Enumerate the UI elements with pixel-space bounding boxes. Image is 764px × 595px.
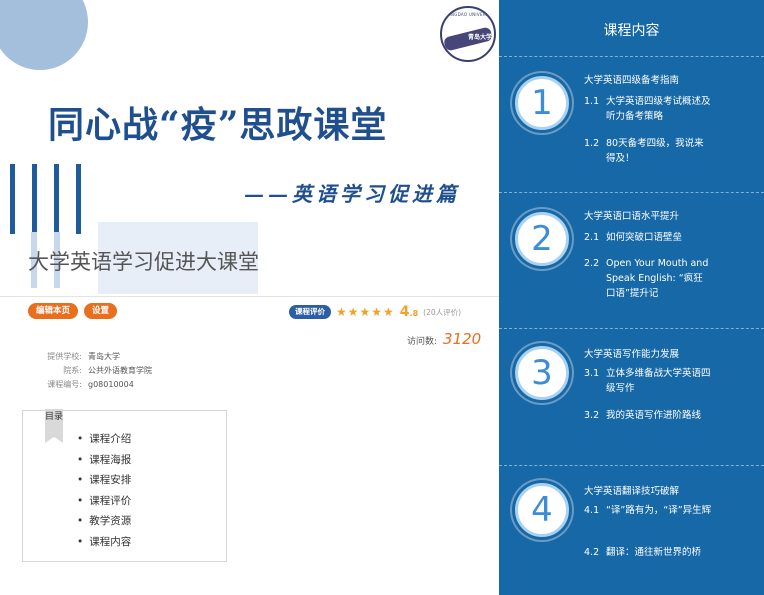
edit-page-button[interactable]: 编辑本页 xyxy=(28,303,79,319)
section-heading[interactable]: 大学英语四级备考指南 xyxy=(584,72,679,86)
section-number-badge: 3 xyxy=(515,346,569,400)
logo-seal-text: 青岛大学 xyxy=(468,34,493,41)
meta-value: 公共外语教育学院 xyxy=(88,366,152,375)
rating-score-int: 4 xyxy=(399,304,410,320)
lesson-title: “译”路有为，“译”异生辉 xyxy=(606,505,712,516)
toc-item[interactable]: 课程介绍 xyxy=(77,429,131,450)
star-rating-icon: ★★★★★ xyxy=(336,305,395,319)
panel-title: 课程内容 xyxy=(603,23,660,39)
university-logo: QINGDAO UNIVERSITY 青岛大学 xyxy=(440,6,496,62)
visit-counter: 访问数: 3120 xyxy=(407,330,481,348)
section-number-badge: 4 xyxy=(515,483,569,537)
content-section-1: 1 大学英语四级备考指南 1.1 大学英语四级考试概述及听力备考策略 1.2 8… xyxy=(499,56,764,192)
meta-value: g08010004 xyxy=(88,380,134,389)
lesson-title: 我的英语写作进阶路线 xyxy=(606,410,702,421)
course-banner: QINGDAO UNIVERSITY 青岛大学 同心战“疫”思政课堂 ——英语学… xyxy=(0,0,499,297)
content-section-4: 4 大学英语翻译技巧破解 4.1 “译”路有为，“译”异生辉 4.2 翻译：通往… xyxy=(499,465,764,595)
lesson-number: 1.1 xyxy=(584,96,600,107)
lesson-item[interactable]: 2.1 如何突破口语壁垒 xyxy=(584,230,712,245)
lesson-number: 1.2 xyxy=(584,138,600,149)
lesson-item[interactable]: 3.2 我的英语写作进阶路线 xyxy=(584,408,712,423)
section-number-badge: 1 xyxy=(515,76,569,130)
course-name: 大学英语学习促进大课堂 xyxy=(28,250,259,274)
decorative-bar xyxy=(32,164,37,234)
meta-value: 青岛大学 xyxy=(88,352,120,361)
toc-item[interactable]: 课程内容 xyxy=(77,532,131,553)
meta-key: 课程编号: xyxy=(47,380,82,389)
toc-item[interactable]: 教学资源 xyxy=(77,511,131,532)
meta-key: 提供学校: xyxy=(47,352,82,361)
rating-score-dec: .8 xyxy=(409,309,419,318)
visit-label: 访问数: xyxy=(407,337,438,347)
toc-item[interactable]: 课程评价 xyxy=(77,491,131,512)
section-heading[interactable]: 大学英语写作能力发展 xyxy=(584,346,679,360)
visit-count: 3120 xyxy=(443,330,482,348)
toc-item[interactable]: 课程安排 xyxy=(77,470,131,491)
meta-key: 院系: xyxy=(63,366,82,375)
lesson-item[interactable]: 4.1 “译”路有为，“译”异生辉 xyxy=(584,503,712,518)
section-number-badge: 2 xyxy=(515,212,569,266)
banner-subtitle: ——英语学习促进篇 xyxy=(244,182,460,206)
meta-row-dept: 院系: 公共外语教育学院 xyxy=(34,364,152,378)
section-heading[interactable]: 大学英语口语水平提升 xyxy=(584,208,679,222)
meta-row-school: 提供学校: 青岛大学 xyxy=(34,350,152,364)
decorative-bar xyxy=(76,164,81,234)
course-meta: 提供学校: 青岛大学 院系: 公共外语教育学院 课程编号: g08010004 xyxy=(34,350,152,392)
lesson-item[interactable]: 3.1 立体多维备战大学英语四级写作 xyxy=(584,366,712,396)
lesson-number: 3.1 xyxy=(584,368,600,379)
lesson-number: 2.2 xyxy=(584,258,600,269)
lesson-number: 2.1 xyxy=(584,232,600,243)
decorative-bar xyxy=(10,164,15,234)
lesson-title: 立体多维备战大学英语四级写作 xyxy=(606,368,711,394)
decorative-bar xyxy=(54,164,59,234)
content-section-2: 2 大学英语口语水平提升 2.1 如何突破口语壁垒 2.2 Open Your … xyxy=(499,192,764,328)
banner-title: 同心战“疫”思政课堂 xyxy=(48,104,388,146)
rating-badge[interactable]: 课程评价 xyxy=(289,305,331,319)
lesson-item[interactable]: 4.2 翻译：通往新世界的桥 xyxy=(584,545,712,560)
lesson-title: 翻译：通往新世界的桥 xyxy=(606,547,702,558)
settings-button[interactable]: 设置 xyxy=(84,303,118,319)
course-content-panel: 课程内容 1 大学英语四级备考指南 1.1 大学英语四级考试概述及听力备考策略 … xyxy=(499,0,764,595)
lesson-title: 大学英语四级考试概述及听力备考策略 xyxy=(606,96,711,122)
lesson-item[interactable]: 1.1 大学英语四级考试概述及听力备考策略 xyxy=(584,94,712,124)
course-rating: 课程评价 ★★★★★ 4.8 (20人评价) xyxy=(289,304,461,320)
decorative-circle xyxy=(0,0,88,70)
lesson-title: 80天备考四级，我说来得及！ xyxy=(606,138,704,164)
lesson-item[interactable]: 2.2 Open Your Mouth and Speak English: “… xyxy=(584,256,712,301)
content-section-3: 3 大学英语写作能力发展 3.1 立体多维备战大学英语四级写作 3.2 我的英语… xyxy=(499,328,764,465)
lesson-number: 3.2 xyxy=(584,410,600,421)
rating-score: 4.8 xyxy=(400,304,418,320)
toc-list: 课程介绍 课程海报 课程安排 课程评价 教学资源 课程内容 xyxy=(77,429,131,552)
action-buttons: 编辑本页 设置 xyxy=(28,303,118,319)
lesson-number: 4.2 xyxy=(584,547,600,558)
logo-arc-text: QINGDAO UNIVERSITY xyxy=(446,12,496,17)
lesson-title: 如何突破口语壁垒 xyxy=(606,232,683,243)
rating-count: (20人评价) xyxy=(423,307,462,317)
toc-item[interactable]: 课程海报 xyxy=(77,450,131,471)
course-page: QINGDAO UNIVERSITY 青岛大学 同心战“疫”思政课堂 ——英语学… xyxy=(0,0,764,595)
table-of-contents: 目录 课程介绍 课程海报 课程安排 课程评价 教学资源 课程内容 xyxy=(22,409,227,562)
section-heading[interactable]: 大学英语翻译技巧破解 xyxy=(584,483,679,497)
toc-flag-label: 目录 xyxy=(45,412,64,422)
meta-row-code: 课程编号: g08010004 xyxy=(34,378,152,392)
lesson-item[interactable]: 1.2 80天备考四级，我说来得及！ xyxy=(584,136,712,166)
bookmark-icon: 目录 xyxy=(45,409,63,443)
lesson-title: Open Your Mouth and Speak English: “疯狂口语… xyxy=(606,258,709,299)
lesson-number: 4.1 xyxy=(584,505,600,516)
